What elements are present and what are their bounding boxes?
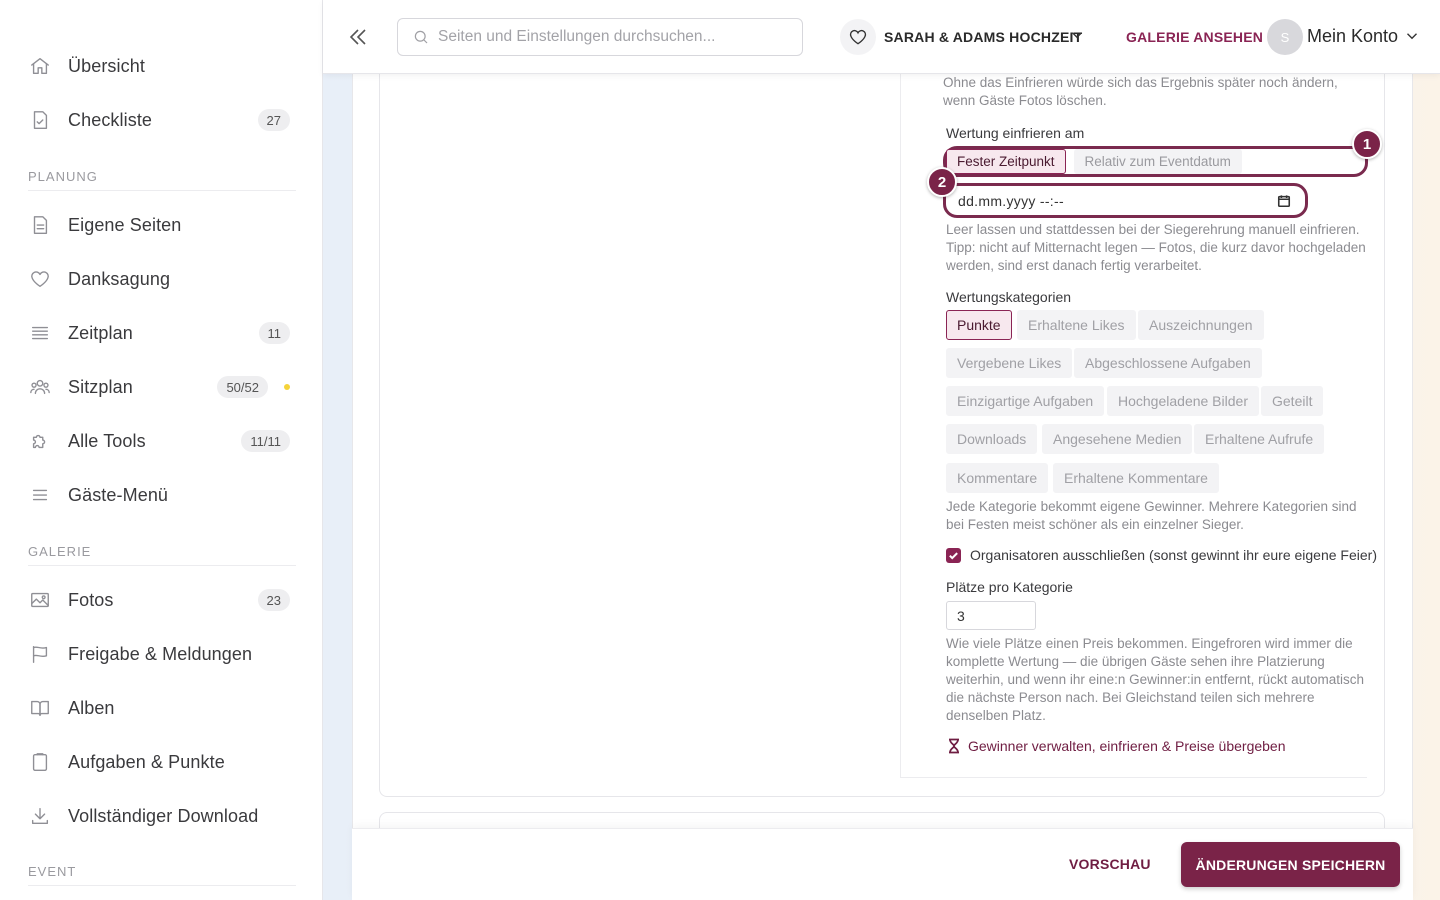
category-chip[interactable]: Angesehene Medien [1042,424,1193,454]
places-help-text: Wie viele Plätze einen Preis bekommen. E… [946,636,1364,723]
account-menu[interactable]: Mein Konto [1307,26,1398,47]
sidebar-item-label: Checkliste [68,109,153,130]
exclude-organizers-checkbox[interactable] [946,547,961,563]
puzzle-icon [28,429,52,453]
category-chip[interactable]: Auszeichnungen [1138,310,1264,340]
sidebar-item-label: Übersicht [68,55,145,76]
avatar[interactable]: S [1267,19,1303,55]
double-chevron-left-icon [349,29,366,45]
freeze-help-text: Ohne das Einfrieren würde sich das Ergeb… [943,75,1338,108]
callout-marker-1: 1 [1352,129,1382,159]
search-icon [414,30,428,44]
sidebar-item-label: Freigabe & Meldungen [68,643,253,664]
category-chip[interactable]: Punkte [946,310,1012,340]
exclude-organizers-label: Organisatoren ausschließen (sonst gewinn… [970,547,1377,563]
category-chip[interactable]: Erhaltene Aufrufe [1194,424,1325,454]
search-box[interactable] [397,18,803,56]
freeze-mode-toggle: Fester Zeitpunkt Relativ zum Eventdatum [943,146,1368,177]
sidebar-item-label: Zeitplan [68,322,133,343]
count-badge: 11 [258,322,290,344]
category-chip[interactable]: Vergebene Likes [946,348,1073,378]
category-chip[interactable]: Downloads [946,424,1038,454]
people-icon [28,375,52,399]
date-help-text: Leer lassen und stattdessen bei der Sieg… [946,222,1366,273]
datetime-value: dd.mm.yyyy --:-- [958,192,1064,209]
manage-winners-label: Gewinner verwalten, einfrieren & Preise … [968,738,1286,754]
count-badge: 11/11 [241,430,290,452]
sidebar-item-aufgaben[interactable]: Aufgaben & Punkte [28,742,296,782]
manage-winners-link[interactable]: Gewinner verwalten, einfrieren & Preise … [946,738,1286,754]
photo-icon [28,588,52,612]
category-chip[interactable]: Erhaltene Kommentare [1053,463,1219,493]
chevron-down-icon[interactable] [1403,27,1421,50]
sidebar-item-zeitplan[interactable]: Zeitplan 11 [28,313,296,353]
sidebar-item-eigene-seiten[interactable]: Eigene Seiten [28,205,296,245]
sidebar-item-checkliste[interactable]: Checkliste 27 [28,100,296,140]
places-per-category-input[interactable]: 3 [946,601,1036,630]
menu-icon [28,483,52,507]
hourglass-icon [949,738,959,754]
sidebar-item-gaeste-menue[interactable]: Gäste-Menü [28,475,296,515]
sidebar-item-label: Eigene Seiten [68,214,182,235]
home-icon [28,54,52,78]
category-chip[interactable]: Kommentare [946,463,1049,493]
save-changes-button[interactable]: ÄNDERUNGEN SPEICHERN [1181,842,1400,887]
sidebar-item-sitzplan[interactable]: Sitzplan 50/52 [28,367,296,407]
count-badge: 27 [257,109,290,131]
categories-label: Wertungskategorien [946,289,1072,305]
freeze-datetime-input[interactable]: dd.mm.yyyy --:-- [943,183,1308,218]
sidebar-item-alben[interactable]: Alben [28,688,296,728]
flag-icon [28,642,52,666]
sidebar-item-download[interactable]: Vollständiger Download [28,796,296,836]
callout-marker-2: 2 [927,167,957,197]
event-selector[interactable]: SARAH & ADAMS HOCHZEIT [884,29,1082,45]
view-gallery-link[interactable]: GALERIE ANSEHEN [1126,29,1263,45]
section-heading-planung: PLANUNG [28,169,296,191]
freeze-label: Wertung einfrieren am [946,125,1085,141]
download-icon [28,804,52,828]
heart-icon [28,267,52,291]
category-chip[interactable]: Einzigartige Aufgaben [946,386,1105,416]
sidebar-item-label: Alle Tools [68,430,146,451]
event-heart-icon [840,19,876,55]
section-heading-galerie: GALERIE [28,544,296,566]
search-input[interactable] [438,28,788,46]
sidebar-item-label: Alben [68,697,115,718]
topbar: SARAH & ADAMS HOCHZEIT GALERIE ANSEHEN S… [323,0,1440,74]
checklist-icon [28,108,52,132]
count-badge: 50/52 [217,376,268,398]
sidebar-item-danksagung[interactable]: Danksagung [28,259,296,299]
sidebar-item-label: Fotos [68,589,114,610]
sidebar: Übersicht Checkliste 27 PLANUNG Eigene S… [0,0,323,900]
category-chip[interactable]: Erhaltene Likes [1017,310,1136,340]
chevron-down-icon[interactable] [1068,26,1086,49]
sidebar-item-label: Vollständiger Download [68,805,259,826]
places-label: Plätze pro Kategorie [946,579,1073,595]
sidebar-item-label: Sitzplan [68,376,133,397]
sidebar-item-label: Aufgaben & Punkte [68,751,225,772]
sidebar-item-alle-tools[interactable]: Alle Tools 11/11 [28,421,296,461]
sidebar-item-freigabe[interactable]: Freigabe & Meldungen [28,634,296,674]
collapse-sidebar-button[interactable] [343,22,373,52]
category-chip[interactable]: Abgeschlossene Aufgaben [1074,348,1262,378]
sidebar-item-fotos[interactable]: Fotos 23 [28,580,296,620]
categories-help-text: Jede Kategorie bekommt eigene Gewinner. … [946,499,1357,532]
sidebar-item-label: Gäste-Menü [68,484,169,505]
status-dot [284,384,290,390]
section-heading-event: EVENT [28,864,296,886]
page-icon [28,213,52,237]
preview-button[interactable]: VORSCHAU [1069,856,1151,872]
exclude-organizers-option[interactable]: Organisatoren ausschließen (sonst gewinn… [946,547,1377,563]
sidebar-item-label: Danksagung [68,268,171,289]
count-badge: 23 [257,589,290,611]
category-chip[interactable]: Geteilt [1261,386,1324,416]
schedule-icon [28,321,52,345]
clipboard-icon [28,750,52,774]
freeze-option-relative[interactable]: Relativ zum Eventdatum [1073,149,1242,174]
book-icon [28,696,52,720]
calendar-icon[interactable] [1277,194,1291,211]
category-chip[interactable]: Hochgeladene Bilder [1107,386,1259,416]
sidebar-item-uebersicht[interactable]: Übersicht [28,46,296,86]
freeze-option-fixed[interactable]: Fester Zeitpunkt [946,149,1066,174]
